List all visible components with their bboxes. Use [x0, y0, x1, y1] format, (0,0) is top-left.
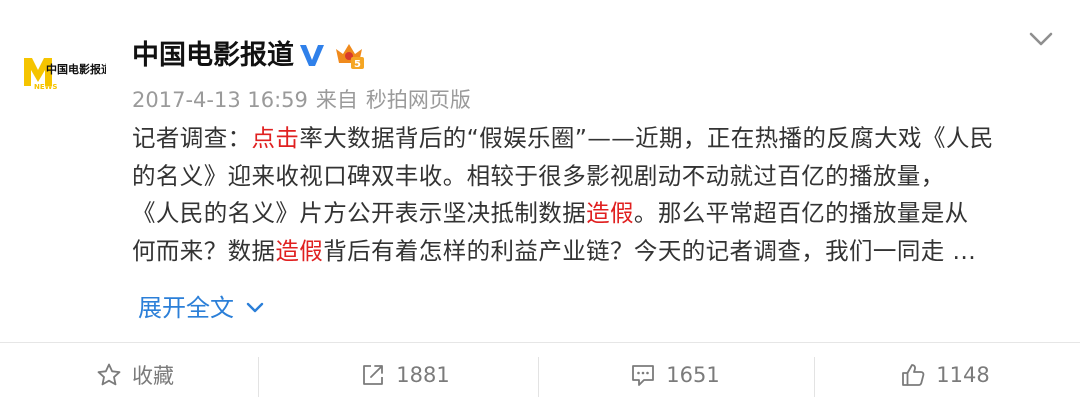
- comment-icon: [632, 364, 655, 386]
- chevron-down-icon[interactable]: [1026, 26, 1056, 52]
- like-button[interactable]: 1148: [810, 343, 1080, 406]
- like-count: 1148: [936, 362, 990, 387]
- post-timestamp: 2017-4-13 16:59: [132, 88, 308, 112]
- like-icon: [902, 363, 925, 386]
- keyword-highlight: 点击: [251, 124, 300, 152]
- post-content: 记者调查：点击率大数据背后的“假娱乐圈”——近期，正在热播的反腐大戏《人民 的名…: [132, 120, 1052, 270]
- action-separator: [814, 357, 815, 397]
- expand-label: 展开全文: [138, 294, 234, 322]
- content-line-2: 的名义》迎来收视口碑双丰收。相较于很多影视剧动不动就过百亿的播放量，: [132, 158, 1052, 196]
- keyword-highlight: 造假: [586, 199, 634, 227]
- content-line-3: 《人民的名义》片方公开表示坚决抵制数据造假。那么平常超百亿的播放量是从: [132, 195, 1052, 233]
- content-text: 的名义》迎来收视口碑双丰收。相较于很多影视剧动不动就过百亿的播放量，: [132, 161, 945, 190]
- avatar-logo-subtext: NEWS: [34, 83, 57, 91]
- content-text: 何而来？数据: [132, 236, 276, 265]
- vip-crown-icon[interactable]: 5: [333, 40, 365, 70]
- action-separator: [538, 357, 539, 397]
- content-line-1: 记者调查：点击率大数据背后的“假娱乐圈”——近期，正在热播的反腐大戏《人民: [132, 120, 1052, 158]
- star-icon: [97, 363, 121, 385]
- author-avatar-logo[interactable]: 中国电影报道 NEWS: [22, 52, 106, 92]
- comment-button[interactable]: 1651: [540, 343, 810, 406]
- favorite-button[interactable]: 收藏: [0, 343, 270, 406]
- verified-icon: [300, 45, 324, 66]
- post-source-prefix: 来自: [315, 88, 358, 112]
- avatar-logo-text: 中国电影报道: [46, 62, 106, 76]
- content-text: 《人民的名义》片方公开表示坚决抵制数据: [132, 199, 587, 227]
- content-line-4: 何而来？数据造假背后有着怎样的利益产业链？今天的记者调查，我们一同走 ...: [132, 233, 1052, 271]
- post-meta: 2017-4-13 16:59 来自 秒拍网页版: [132, 86, 471, 114]
- content-text: 背后有着怎样的利益产业链？今天的记者调查，我们一同走 ...: [323, 236, 977, 265]
- repost-button[interactable]: 1881: [270, 343, 540, 406]
- comment-count: 1651: [666, 362, 720, 387]
- keyword-highlight: 造假: [275, 236, 324, 265]
- action-bar: 收藏 1881 1651 1148: [0, 343, 1080, 406]
- vip-level-text: 5: [354, 59, 361, 70]
- action-separator: [258, 357, 259, 397]
- author-name[interactable]: 中国电影报道: [132, 38, 294, 74]
- repost-count: 1881: [396, 362, 450, 387]
- chevron-down-icon: [246, 302, 264, 312]
- favorite-label: 收藏: [132, 363, 174, 388]
- content-text: 记者调查：: [132, 124, 252, 152]
- content-text: 。那么平常超百亿的播放量是从: [633, 199, 969, 227]
- share-icon: [363, 364, 384, 385]
- weibo-post: 中国电影报道 NEWS 中国电影报道 5 2017-4-13 16:59 来自 秒拍…: [0, 0, 1080, 342]
- post-source[interactable]: 秒拍网页版: [366, 88, 471, 112]
- expand-full-text-link[interactable]: 展开全文: [138, 290, 264, 326]
- content-text: 率大数据背后的“假娱乐圈”——近期，正在热播的反腐大戏《人民: [299, 124, 994, 152]
